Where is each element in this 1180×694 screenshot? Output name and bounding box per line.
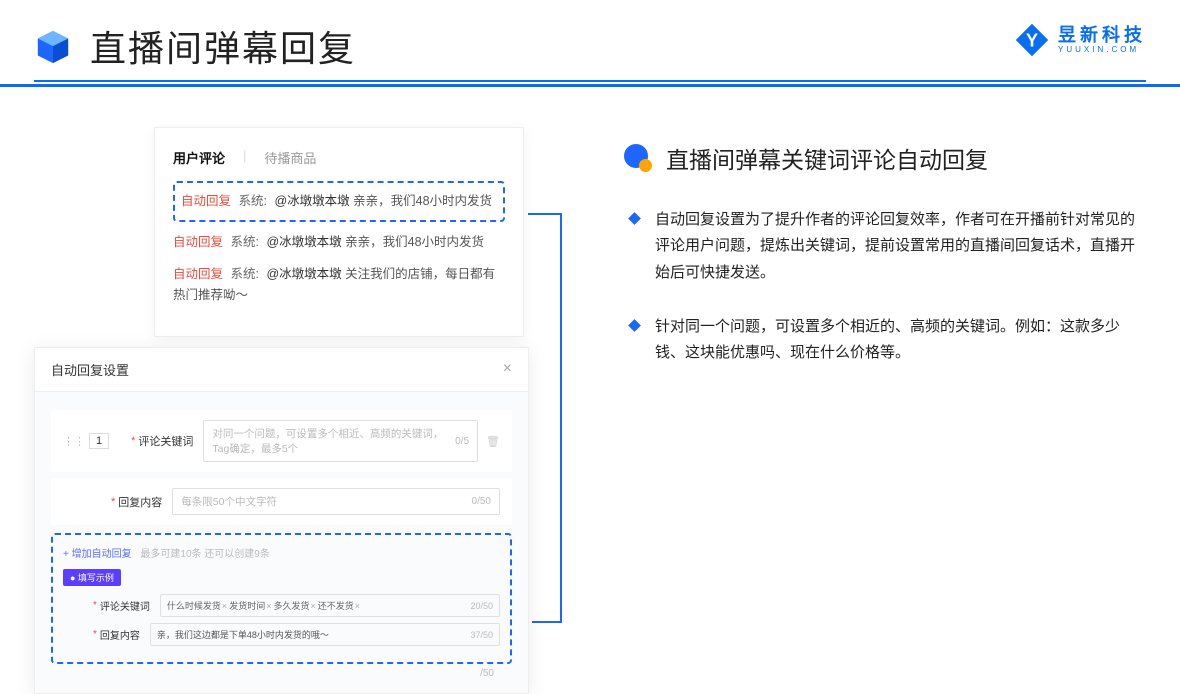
keyword-tag[interactable]: 还不发货	[318, 599, 360, 612]
example-badge: ● 填写示例	[63, 569, 121, 586]
page-title: 直播间弹幕回复	[90, 20, 356, 72]
brand-icon: Y	[1014, 22, 1050, 58]
reply-input[interactable]: 每条限50个中文字符 0/50	[172, 488, 500, 515]
diamond-icon	[628, 212, 641, 225]
svg-text:Y: Y	[1026, 30, 1038, 50]
tab-separator: |	[243, 148, 246, 167]
close-icon[interactable]: ×	[503, 360, 512, 379]
example-reply-input[interactable]: 亲，我们这边都是下单48小时内发货的哦～ 37/50	[150, 623, 500, 646]
example-reply-row: * 回复内容 亲，我们这边都是下单48小时内发货的哦～ 37/50	[63, 623, 500, 646]
header-divider	[34, 80, 1146, 82]
keyword-input[interactable]: 对同一个问题，可设置多个相近、高频的关键词，Tag确定，最多5个 0/5	[203, 420, 478, 462]
system-label: 系统:	[239, 194, 267, 208]
delete-icon[interactable]: 🗑	[486, 435, 500, 448]
settings-title: 自动回复设置	[51, 360, 129, 379]
tab-pending-products[interactable]: 待播商品	[264, 148, 316, 167]
keyword-label: 评论关键词	[138, 433, 193, 449]
comment-text: 亲亲，我们48小时内发货	[353, 194, 492, 208]
example-keyword-input[interactable]: 什么时候发货发货时间多久发货还不发货 20/50	[160, 594, 500, 617]
reply-label: 回复内容	[118, 494, 162, 510]
bubble-icon	[624, 144, 652, 172]
highlighted-comment: 自动回复 系统: @冰墩墩本墩 亲亲，我们48小时内发货	[173, 181, 505, 222]
bullet-point: 自动回复设置为了提升作者的评论回复效率，作者可在开播前针对常见的评论用户问题，提…	[624, 207, 1146, 286]
row-index: 1	[89, 433, 109, 449]
connector-line	[560, 213, 562, 623]
brand-name-cn: 昱新科技	[1058, 26, 1146, 44]
explanation-area: 直播间弹幕关键词评论自动回复 自动回复设置为了提升作者的评论回复效率，作者可在开…	[544, 127, 1146, 394]
keyword-tag[interactable]: 什么时候发货	[167, 599, 227, 612]
connector-line	[532, 621, 562, 623]
cube-icon	[34, 27, 72, 65]
bullet-text: 针对同一个问题，可设置多个相近的、高频的关键词。例如：这款多少钱、这块能优惠吗、…	[655, 314, 1146, 367]
comment-item: 自动回复 系统: @冰墩墩本墩 关注我们的店铺，每日都有热门推荐呦～	[173, 264, 505, 307]
example-box: + 增加自动回复 最多可建10条 还可以创建9条 ● 填写示例 * 评论关键词 …	[51, 533, 512, 664]
comment-item: 自动回复 系统: @冰墩墩本墩 亲亲，我们48小时内发货	[173, 232, 505, 253]
tail-count: /50	[51, 664, 512, 679]
auto-reply-label: 自动回复	[181, 194, 231, 208]
settings-panel: 自动回复设置 × ⋮⋮1 * 评论关键词 对同一个问题，可设置多个相近、高频的关…	[34, 347, 529, 694]
bullet-point: 针对同一个问题，可设置多个相近的、高频的关键词。例如：这款多少钱、这块能优惠吗、…	[624, 314, 1146, 367]
tab-user-comments[interactable]: 用户评论	[173, 148, 225, 167]
connector-line	[528, 213, 562, 215]
slide-header: 直播间弹幕回复	[0, 0, 1180, 87]
add-reply-link[interactable]: + 增加自动回复	[63, 549, 132, 560]
reply-row: * 回复内容 每条限50个中文字符 0/50	[51, 478, 512, 525]
keyword-row: ⋮⋮1 * 评论关键词 对同一个问题，可设置多个相近、高频的关键词，Tag确定，…	[51, 410, 512, 472]
brand-logo: Y 昱新科技 YUUXIN.COM	[1014, 22, 1146, 58]
example-keyword-row: * 评论关键词 什么时候发货发货时间多久发货还不发货 20/50	[63, 594, 500, 617]
keyword-tag[interactable]: 发货时间	[229, 599, 271, 612]
comment-mention: @冰墩墩本墩	[274, 194, 349, 208]
screenshot-area: 用户评论 | 待播商品 自动回复 系统: @冰墩墩本墩 亲亲，我们48小时内发货…	[34, 127, 544, 394]
section-title-text: 直播间弹幕关键词评论自动回复	[666, 141, 988, 175]
panel-tabs: 用户评论 | 待播商品	[173, 148, 505, 167]
keyword-tag[interactable]: 多久发货	[273, 599, 315, 612]
add-hint: 最多可建10条 还可以创建9条	[140, 549, 269, 560]
section-heading: 直播间弹幕关键词评论自动回复	[624, 141, 1146, 175]
bullet-text: 自动回复设置为了提升作者的评论回复效率，作者可在开播前针对常见的评论用户问题，提…	[655, 207, 1146, 286]
diamond-icon	[628, 319, 641, 332]
brand-name-en: YUUXIN.COM	[1058, 46, 1146, 54]
comments-panel: 用户评论 | 待播商品 自动回复 系统: @冰墩墩本墩 亲亲，我们48小时内发货…	[154, 127, 524, 337]
